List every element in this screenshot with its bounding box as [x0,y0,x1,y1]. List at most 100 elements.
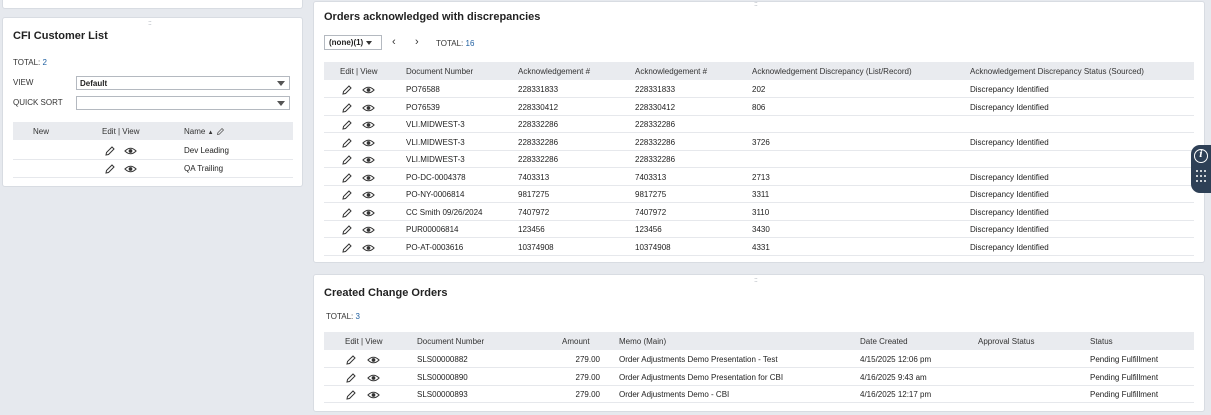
acknowledgement-1: 228330412 [518,102,559,112]
col-new[interactable]: New [33,127,49,136]
edit-pencil-icon[interactable] [341,242,353,254]
date-created: 4/15/2025 12:06 pm [860,355,932,364]
edit-pencil-icon[interactable] [341,189,353,201]
total-value-link[interactable]: 3 [356,312,360,321]
edit-pencil-icon[interactable] [341,137,353,149]
acknowledgement-1: 10374908 [518,242,554,252]
total-label: TOTAL: [436,39,464,48]
next-page-icon[interactable]: › [415,36,419,48]
view-select-value: Default [80,79,108,88]
table-row: PO-DC-0004378 7403313 7403313 2713 Discrepan… [324,169,1194,186]
col-status[interactable]: Status [1090,337,1113,346]
pencil-icon[interactable] [216,127,225,136]
edit-pencil-icon[interactable] [341,207,353,219]
orders-ack-title: Orders acknowledged with discrepancies [324,11,541,23]
view-eye-icon[interactable] [367,354,380,366]
view-eye-icon[interactable] [124,145,137,157]
view-eye-icon[interactable] [362,242,375,254]
customer-table-header: New Edit | View Name ▲ [13,122,293,140]
view-select[interactable]: Default [76,76,290,90]
document-number-link[interactable]: CC Smith 09/26/2024 [406,208,483,217]
acknowledgement-2: 123456 [635,225,662,234]
view-eye-icon[interactable] [362,154,375,166]
col-acknowledgement-1[interactable]: Acknowledgement # [518,67,590,76]
document-number-link[interactable]: PO76539 [406,103,440,112]
discrepancy-status: Discrepancy Identified [970,242,1049,252]
view-eye-icon[interactable] [362,137,375,149]
document-number-link[interactable]: PUR00006814 [406,225,458,234]
col-discrepancy[interactable]: Acknowledgement Discrepancy (List/Record… [752,67,912,76]
col-name-label: Name [184,127,206,136]
col-approval-status[interactable]: Approval Status [978,337,1034,346]
col-memo[interactable]: Memo (Main) [619,337,666,346]
acknowledgement-2: 228332286 [635,137,676,147]
date-created: 4/16/2025 9:43 am [860,372,927,382]
col-amount[interactable]: Amount [562,337,590,346]
drag-handle-icon[interactable]: ::: [754,1,758,8]
prev-page-icon[interactable]: ‹ [392,36,396,48]
document-number-link[interactable]: PO-AT-0003616 [406,243,463,252]
acknowledgement-2: 228331833 [635,85,676,94]
view-eye-icon[interactable] [367,372,380,384]
quick-sort-label: QUICK SORT [13,98,63,107]
edit-pencil-icon[interactable] [104,145,116,157]
view-eye-icon[interactable] [367,389,380,401]
edit-pencil-icon[interactable] [345,354,357,366]
view-eye-icon[interactable] [362,189,375,201]
amount: 279.00 [575,355,600,364]
info-icon[interactable]: i [1194,149,1208,163]
amount: 279.00 [575,372,600,382]
view-eye-icon[interactable] [362,119,375,131]
quick-sort-select[interactable] [76,96,290,110]
filter-select[interactable]: (none)(1) [324,35,382,50]
document-number-link[interactable]: VLI.MIDWEST-3 [406,138,465,147]
edit-pencil-icon[interactable] [104,163,116,175]
table-row: PUR00006814 123456 123456 3430 Discrepancy I… [324,221,1194,238]
status: Pending Fulfillment [1090,355,1159,364]
view-eye-icon[interactable] [362,84,375,96]
edit-pencil-icon[interactable] [341,102,353,114]
document-number-link[interactable]: PO76588 [406,85,440,94]
document-number-link[interactable]: SLS00000893 [417,390,468,399]
document-number-link[interactable]: SLS00000882 [417,355,468,364]
view-eye-icon[interactable] [362,102,375,114]
side-tools-panel[interactable]: i [1191,145,1211,193]
document-number-link[interactable]: SLS00000890 [417,373,468,382]
discrepancy-value: 202 [752,85,766,94]
view-eye-icon[interactable] [362,224,375,236]
change-orders-title: Created Change Orders [324,287,448,299]
edit-pencil-icon[interactable] [341,84,353,96]
col-acknowledgement-2[interactable]: Acknowledgement # [635,67,707,76]
drag-handle-icon[interactable]: ::: [754,277,758,284]
grid-icon[interactable] [1196,170,1206,186]
document-number-link[interactable]: PO-NY-0006814 [406,190,464,199]
customer-name[interactable]: QA Trailing [184,164,223,173]
total-value-link[interactable]: 16 [466,39,475,48]
customer-name[interactable]: Dev Leading [184,146,229,155]
edit-pencil-icon[interactable] [341,172,353,184]
edit-pencil-icon[interactable] [345,372,357,384]
customer-list-title: CFI Customer List [13,30,108,42]
document-number-link[interactable]: VLI.MIDWEST-3 [406,120,465,129]
total-value-link[interactable]: 2 [43,58,47,67]
view-eye-icon[interactable] [362,172,375,184]
view-eye-icon[interactable] [362,207,375,219]
memo: Order Adjustments Demo Presentation - Te… [619,355,778,364]
amount: 279.00 [575,390,600,399]
edit-pencil-icon[interactable] [341,119,353,131]
edit-pencil-icon[interactable] [341,154,353,166]
col-document-number[interactable]: Document Number [406,67,473,76]
document-number-link[interactable]: VLI.MIDWEST-3 [406,155,465,164]
edit-pencil-icon[interactable] [341,224,353,236]
col-discrepancy-status[interactable]: Acknowledgement Discrepancy Status (Sour… [970,67,1144,76]
drag-handle-icon[interactable]: ::: [148,20,152,27]
customer-list-panel: ::: CFI Customer List TOTAL: 2 VIEW Defa… [2,17,303,187]
acknowledgement-1: 228331833 [518,85,559,94]
view-eye-icon[interactable] [124,163,137,175]
col-date-created[interactable]: Date Created [860,337,908,346]
col-name[interactable]: Name ▲ [184,127,225,136]
edit-pencil-icon[interactable] [345,389,357,401]
date-created: 4/16/2025 12:17 pm [860,390,932,399]
col-document-number[interactable]: Document Number [417,337,484,346]
document-number-link[interactable]: PO-DC-0004378 [406,173,466,182]
